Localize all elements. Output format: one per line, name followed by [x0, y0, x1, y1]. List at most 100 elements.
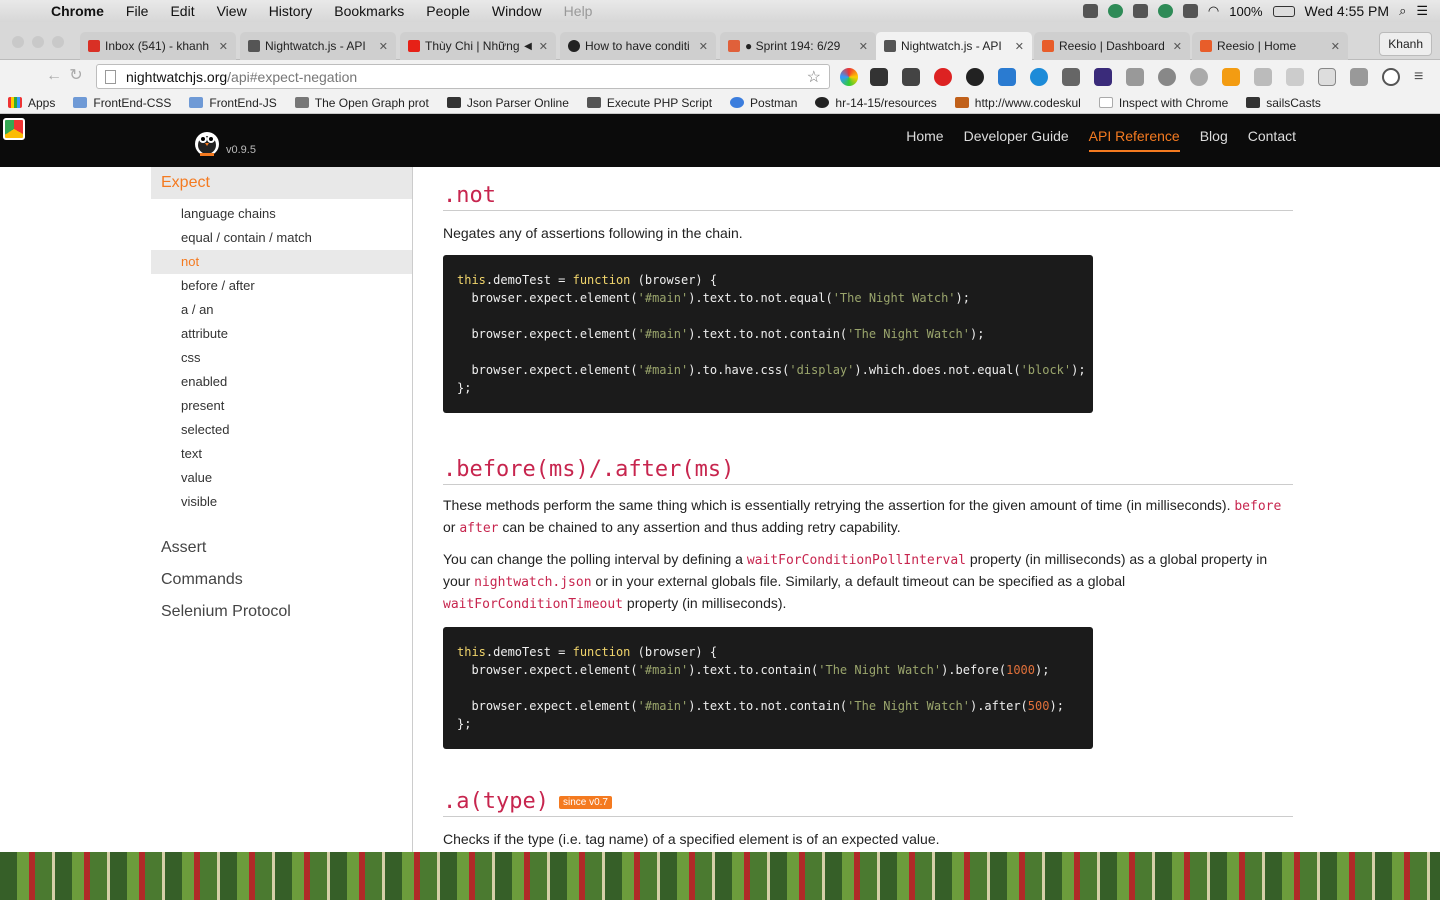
bookmark-open-graph[interactable]: The Open Graph prot — [294, 96, 429, 110]
nav-blog[interactable]: Blog — [1200, 128, 1228, 152]
bookmark-frontend-css[interactable]: FrontEnd-CSS — [73, 96, 171, 110]
zoom-window-button[interactable] — [52, 36, 64, 48]
extension-icon[interactable] — [1318, 68, 1336, 86]
nav-contact[interactable]: Contact — [1248, 128, 1296, 152]
close-tab-icon[interactable]: ✕ — [1331, 40, 1340, 53]
target-extension-icon[interactable] — [1382, 68, 1400, 86]
minimize-window-button[interactable] — [32, 36, 44, 48]
bookmark-postman[interactable]: Postman — [730, 96, 797, 110]
profile-button[interactable]: Khanh — [1379, 32, 1432, 56]
sidebar-item-css[interactable]: css — [151, 346, 412, 370]
spotlight-icon[interactable]: ⌕ — [1399, 3, 1406, 19]
evernote-icon[interactable] — [1157, 4, 1173, 18]
bookmark-sailscasts[interactable]: sailsCasts — [1246, 96, 1321, 110]
clock[interactable]: Wed 4:55 PM — [1305, 3, 1390, 19]
extension-icon[interactable] — [902, 68, 920, 86]
tab-sprint[interactable]: ● Sprint 194: 6/29 ✕ — [720, 32, 876, 60]
sidebar-item-selected[interactable]: selected — [151, 418, 412, 442]
close-tab-icon[interactable]: ✕ — [859, 40, 868, 53]
volume-icon[interactable] — [1182, 4, 1198, 18]
nav-home[interactable]: Home — [906, 128, 943, 152]
sidebar-item-equal[interactable]: equal / contain / match — [151, 226, 412, 250]
bookmark-star-icon[interactable]: ☆ — [807, 67, 821, 87]
chart-extension-icon[interactable] — [1222, 68, 1240, 86]
sidebar-item-language-chains[interactable]: language chains — [151, 202, 412, 226]
sidebar-item-a-an[interactable]: a / an — [151, 298, 412, 322]
extension-icon[interactable] — [870, 68, 888, 86]
menu-bookmarks[interactable]: Bookmarks — [323, 3, 415, 19]
bookmark-hr[interactable]: hr-14-15/resources — [815, 96, 937, 110]
menu-app-chrome[interactable]: Chrome — [40, 3, 115, 19]
close-tab-icon[interactable]: ✕ — [1015, 40, 1024, 53]
status-green-icon[interactable] — [1107, 4, 1123, 18]
adblock-icon[interactable] — [934, 68, 952, 86]
notification-center-icon[interactable]: ☰ — [1416, 3, 1428, 19]
bookmark-inspect[interactable]: Inspect with Chrome — [1098, 96, 1228, 110]
nav-developer-guide[interactable]: Developer Guide — [964, 128, 1069, 152]
sidebar-selenium-protocol[interactable]: Selenium Protocol — [151, 596, 412, 628]
sidebar-item-enabled[interactable]: enabled — [151, 370, 412, 394]
folder-icon — [73, 97, 88, 108]
bookmark-apps[interactable]: Apps — [8, 96, 55, 110]
menu-window[interactable]: Window — [481, 3, 553, 19]
bookmark-frontend-js[interactable]: FrontEnd-JS — [189, 96, 277, 110]
chrome-menu-icon[interactable]: ≡ — [1414, 68, 1423, 86]
nav-api-reference[interactable]: API Reference — [1088, 128, 1180, 152]
bookmark-codeskul[interactable]: http://www.codeskul — [954, 96, 1081, 110]
tab-nightwatch-1[interactable]: Nightwatch.js - API ✕ — [240, 32, 396, 60]
extension-icon[interactable] — [1254, 68, 1272, 86]
sidebar-item-value[interactable]: value — [151, 466, 412, 490]
bookmark-php[interactable]: Execute PHP Script — [586, 96, 712, 110]
menu-file[interactable]: File — [115, 3, 160, 19]
dropbox-icon[interactable] — [1082, 4, 1098, 18]
back-icon[interactable]: ← — [44, 66, 64, 86]
tab-reesio-home[interactable]: Reesio | Home ✕ — [1192, 32, 1348, 60]
menu-help[interactable]: Help — [553, 3, 604, 19]
gear-extension-icon[interactable] — [966, 68, 984, 86]
sidebar-item-before-after[interactable]: before / after — [151, 274, 412, 298]
extension-icon[interactable] — [998, 68, 1016, 86]
extension-icon[interactable] — [1094, 68, 1112, 86]
menu-view[interactable]: View — [206, 3, 258, 19]
sidebar-item-not[interactable]: not — [151, 250, 412, 274]
bookmark-json-parser[interactable]: Json Parser Online — [446, 96, 569, 110]
extension-icon[interactable] — [1190, 68, 1208, 86]
close-tab-icon[interactable]: ✕ — [699, 40, 708, 53]
tab-github[interactable]: How to have conditi ✕ — [560, 32, 716, 60]
menu-edit[interactable]: Edit — [159, 3, 205, 19]
chrome-remote-icon[interactable] — [3, 118, 25, 140]
extension-icon[interactable] — [1030, 68, 1048, 86]
sidebar-item-text[interactable]: text — [151, 442, 412, 466]
close-tab-icon[interactable]: ✕ — [219, 40, 228, 53]
eyedropper-icon[interactable] — [1062, 68, 1080, 86]
sidebar-item-attribute[interactable]: attribute — [151, 322, 412, 346]
nightwatch-owl-logo[interactable] — [194, 128, 220, 156]
tab-reesio-dashboard[interactable]: Reesio | Dashboard ✕ — [1034, 32, 1190, 60]
messages-icon[interactable] — [1132, 4, 1148, 18]
close-window-button[interactable] — [12, 36, 24, 48]
battery-icon[interactable] — [1272, 5, 1295, 17]
extension-icon[interactable] — [1158, 68, 1176, 86]
color-picker-extension-icon[interactable] — [840, 68, 858, 86]
close-tab-icon[interactable]: ✕ — [1173, 40, 1182, 53]
tab-inbox[interactable]: Inbox (541) - khanh ✕ — [80, 32, 236, 60]
tab-nightwatch-active[interactable]: Nightwatch.js - API ✕ — [876, 32, 1032, 60]
reload-icon[interactable]: ↻ — [66, 66, 86, 86]
sidebar-item-visible[interactable]: visible — [151, 490, 412, 514]
sidebar-assert[interactable]: Assert — [151, 532, 412, 564]
close-tab-icon[interactable]: ✕ — [539, 40, 548, 53]
audio-playing-icon[interactable]: ◀ — [524, 41, 532, 52]
sidebar-item-present[interactable]: present — [151, 394, 412, 418]
wifi-icon[interactable]: ◠ — [1208, 3, 1219, 19]
font-extension-icon[interactable] — [1350, 68, 1368, 86]
sidebar-expect[interactable]: Expect — [151, 167, 412, 199]
sidebar-commands[interactable]: Commands — [151, 564, 412, 596]
menu-history[interactable]: History — [258, 3, 324, 19]
menu-people[interactable]: People — [415, 3, 481, 19]
extension-icon[interactable] — [1126, 68, 1144, 86]
status-tray: ◠ 100% Wed 4:55 PM ⌕ ☰ — [1082, 3, 1440, 19]
tab-youtube[interactable]: Thùy Chi | Những ◀ ✕ — [400, 32, 556, 60]
address-bar[interactable]: nightwatchjs.org/api#expect-negation ☆ — [96, 64, 830, 89]
close-tab-icon[interactable]: ✕ — [379, 40, 388, 53]
extension-icon[interactable] — [1286, 68, 1304, 86]
